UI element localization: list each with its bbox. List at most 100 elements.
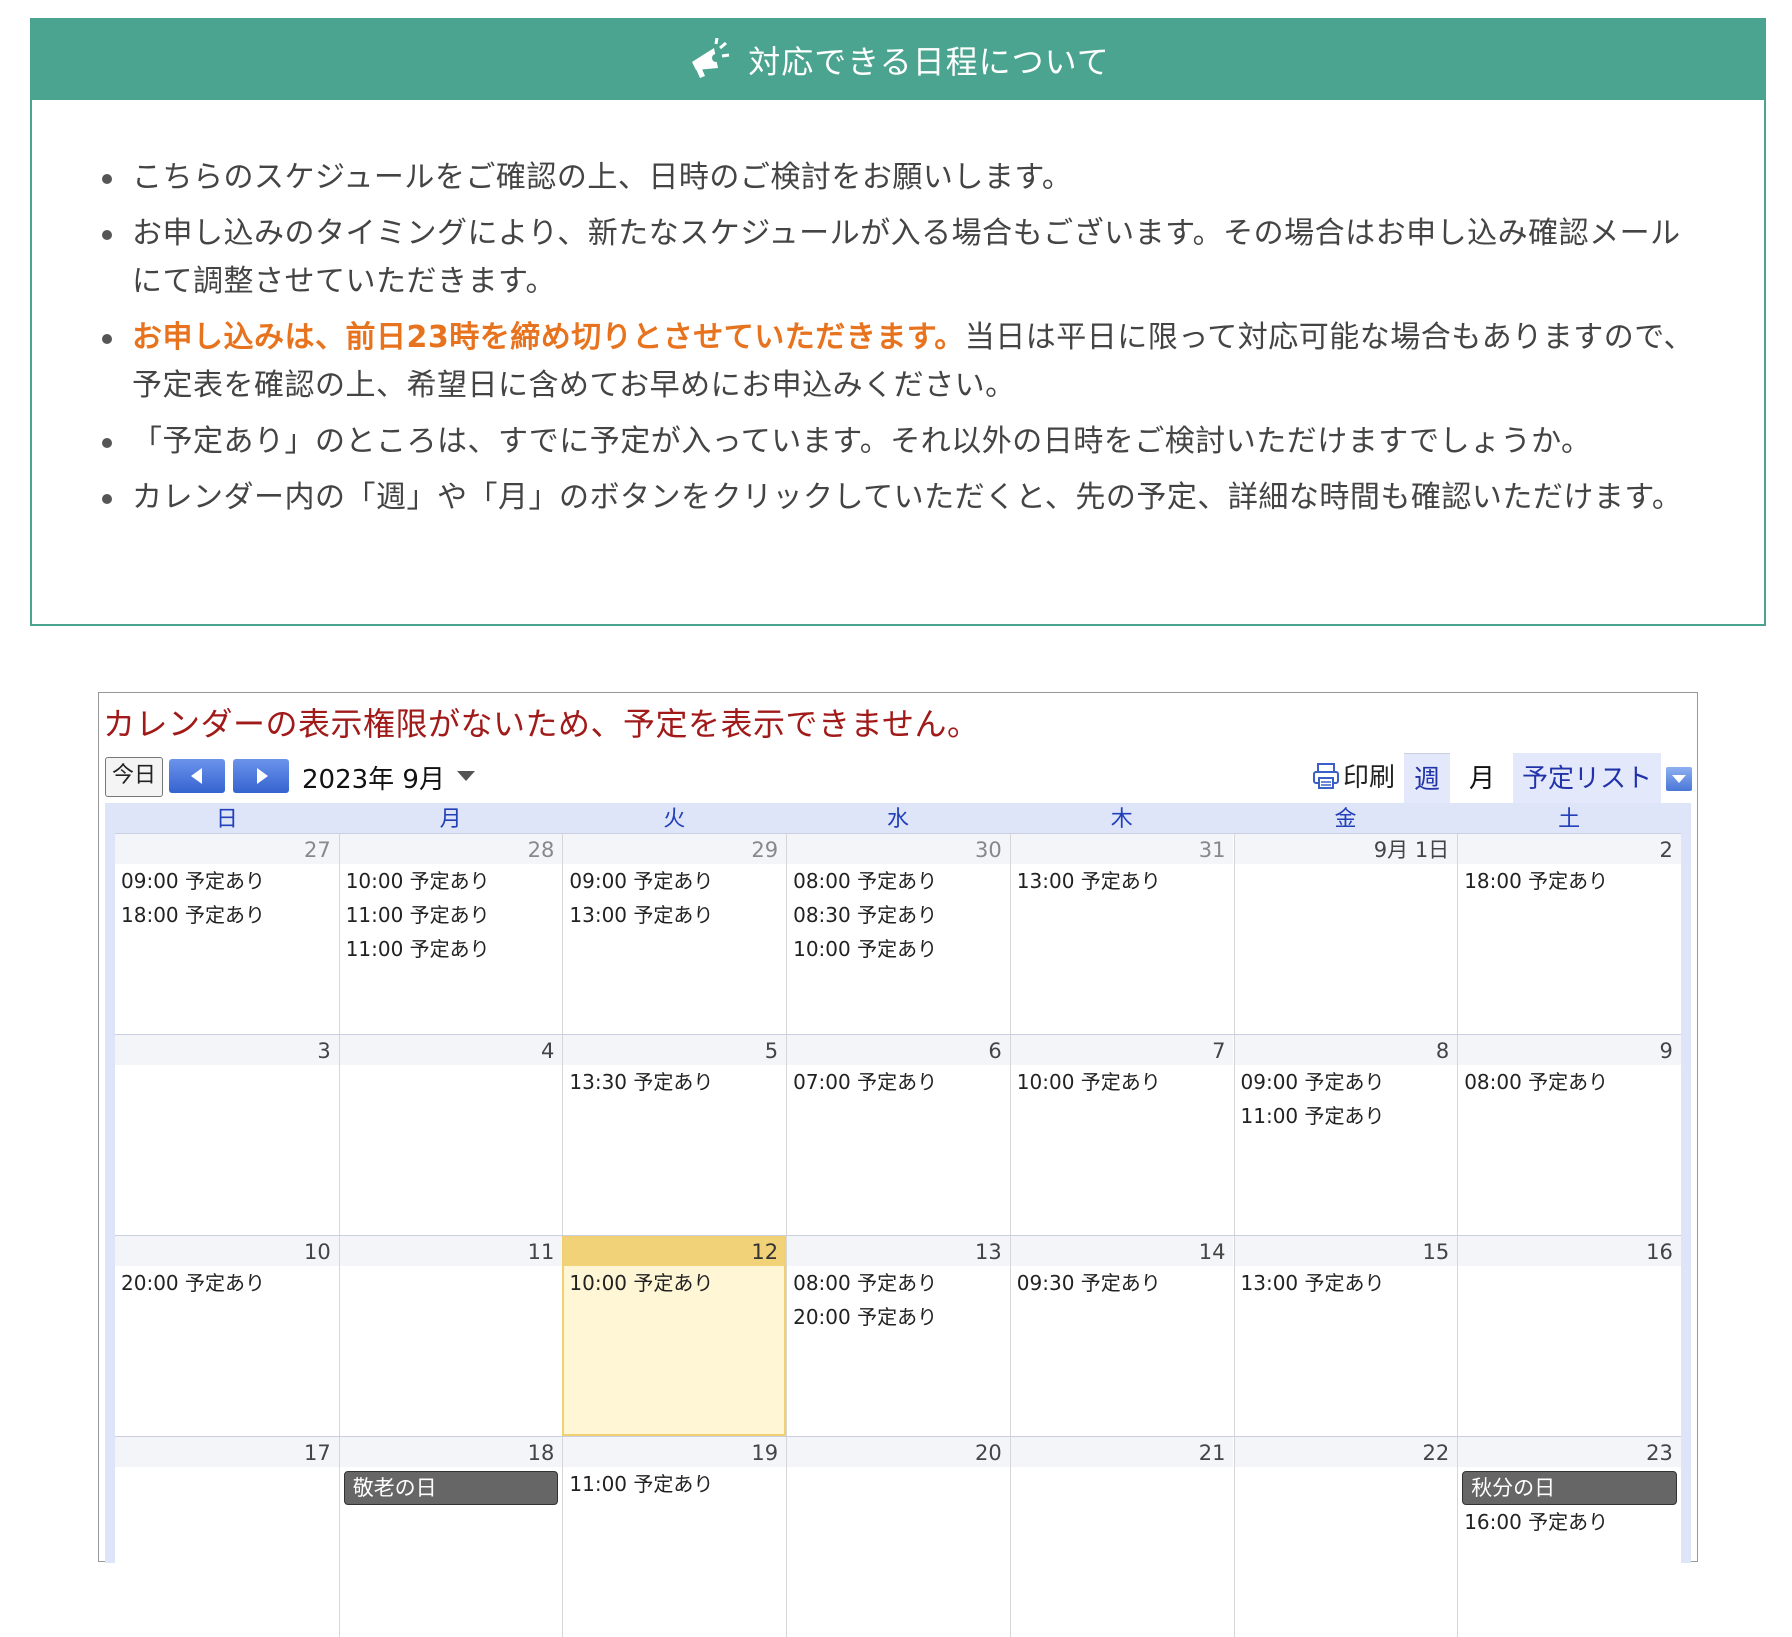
- day-number[interactable]: 27: [115, 834, 339, 864]
- day-number[interactable]: 15: [1234, 1236, 1458, 1266]
- day-number[interactable]: 28: [339, 834, 563, 864]
- busy-event[interactable]: 09:00 予定あり: [563, 864, 786, 898]
- busy-event[interactable]: 08:30 予定あり: [787, 898, 1010, 932]
- day-number[interactable]: 29: [563, 834, 787, 864]
- day-cell[interactable]: 6 07:00 予定あり: [786, 1035, 1010, 1235]
- busy-event[interactable]: 09:00 予定あり: [115, 864, 339, 898]
- day-number[interactable]: 30: [787, 834, 1010, 864]
- busy-event[interactable]: 09:30 予定あり: [1011, 1266, 1234, 1300]
- day-number[interactable]: 9月 1日: [1234, 834, 1458, 864]
- busy-event[interactable]: 13:00 予定あり: [1235, 1266, 1458, 1300]
- busy-event[interactable]: 08:00 予定あり: [787, 864, 1010, 898]
- day-cell[interactable]: 17: [115, 1437, 339, 1637]
- weekday-label: 日: [215, 807, 238, 832]
- day-cell[interactable]: 31 13:00 予定あり: [1009, 834, 1234, 1034]
- next-month-button[interactable]: [233, 759, 289, 793]
- day-number[interactable]: 17: [115, 1437, 339, 1467]
- day-cell[interactable]: 16: [1457, 1236, 1681, 1436]
- day-cell[interactable]: 3: [115, 1035, 339, 1235]
- day-number[interactable]: 6: [787, 1035, 1010, 1065]
- busy-event[interactable]: 10:00 予定あり: [787, 932, 1010, 966]
- day-number[interactable]: 19: [563, 1437, 787, 1467]
- busy-event[interactable]: 10:00 予定あり: [563, 1266, 786, 1300]
- day-number[interactable]: 4: [339, 1035, 563, 1065]
- day-cell[interactable]: 15 13:00 予定あり: [1233, 1236, 1458, 1436]
- day-number[interactable]: 16: [1458, 1236, 1681, 1266]
- weekday-header: 日 月 火 水 木 金 土: [115, 803, 1681, 833]
- notice-header: 対応できる日程について: [32, 20, 1764, 100]
- day-number[interactable]: 3: [115, 1035, 339, 1065]
- day-cell[interactable]: 11: [338, 1236, 563, 1436]
- busy-event[interactable]: 11:00 予定あり: [1235, 1099, 1458, 1133]
- day-number[interactable]: 21: [1010, 1437, 1234, 1467]
- day-cell[interactable]: 19 11:00 予定あり: [562, 1437, 787, 1637]
- busy-event[interactable]: 08:00 予定あり: [1458, 1065, 1681, 1099]
- holiday-event[interactable]: 秋分の日: [1462, 1471, 1677, 1505]
- day-cell[interactable]: 30 08:00 予定あり 08:30 予定あり 10:00 予定あり: [786, 834, 1010, 1034]
- busy-event[interactable]: 18:00 予定あり: [1458, 864, 1681, 898]
- day-cell[interactable]: 14 09:30 予定あり: [1009, 1236, 1234, 1436]
- day-number[interactable]: 13: [787, 1236, 1010, 1266]
- busy-event[interactable]: 07:00 予定あり: [787, 1065, 1010, 1099]
- day-cell[interactable]: 9 08:00 予定あり: [1457, 1035, 1681, 1235]
- day-cell[interactable]: 29 09:00 予定あり 13:00 予定あり: [562, 834, 787, 1034]
- day-number[interactable]: 5: [563, 1035, 787, 1065]
- day-number[interactable]: 11: [339, 1236, 563, 1266]
- day-cell[interactable]: 13 08:00 予定あり 20:00 予定あり: [786, 1236, 1010, 1436]
- day-number[interactable]: 20: [787, 1437, 1010, 1467]
- busy-event[interactable]: 11:00 予定あり: [340, 932, 563, 966]
- busy-event[interactable]: 16:00 予定あり: [1458, 1505, 1681, 1539]
- day-cell[interactable]: 2 18:00 予定あり: [1457, 834, 1681, 1034]
- busy-event[interactable]: 13:00 予定あり: [563, 898, 786, 932]
- busy-event[interactable]: 13:30 予定あり: [563, 1065, 786, 1099]
- busy-event[interactable]: 10:00 予定あり: [340, 864, 563, 898]
- day-number[interactable]: 10: [115, 1236, 339, 1266]
- day-cell[interactable]: 20: [786, 1437, 1010, 1637]
- busy-event[interactable]: 11:00 予定あり: [340, 898, 563, 932]
- busy-event[interactable]: 11:00 予定あり: [563, 1467, 786, 1501]
- today-button[interactable]: 今日: [105, 757, 163, 797]
- day-cell[interactable]: 18 敬老の日: [338, 1437, 563, 1637]
- holiday-event[interactable]: 敬老の日: [343, 1471, 559, 1505]
- day-number[interactable]: 23: [1458, 1437, 1681, 1467]
- day-cell[interactable]: 21: [1009, 1437, 1234, 1637]
- print-button[interactable]: 印刷: [1311, 757, 1395, 794]
- day-number[interactable]: 18: [339, 1437, 563, 1467]
- day-number[interactable]: 7: [1010, 1035, 1234, 1065]
- day-number[interactable]: 14: [1010, 1236, 1234, 1266]
- day-cell[interactable]: 27 09:00 予定あり 18:00 予定あり: [115, 834, 339, 1034]
- tab-agenda[interactable]: 予定リスト: [1513, 753, 1661, 805]
- notice-item-deadline: お申し込みは、前日23時を締め切りとさせていただきます。当日は平日に限って対応可…: [102, 314, 1704, 410]
- tab-month[interactable]: 月: [1457, 753, 1507, 805]
- busy-event[interactable]: 09:00 予定あり: [1235, 1065, 1458, 1099]
- day-number[interactable]: 31: [1010, 834, 1234, 864]
- day-cell[interactable]: 5 13:30 予定あり: [562, 1035, 787, 1235]
- notice-item: こちらのスケジュールをご確認の上、日時のご検討をお願いします。: [102, 154, 1704, 202]
- busy-event[interactable]: 20:00 予定あり: [115, 1266, 339, 1300]
- day-cell[interactable]: 10 20:00 予定あり: [115, 1236, 339, 1436]
- day-number[interactable]: 9: [1458, 1035, 1681, 1065]
- busy-event[interactable]: 10:00 予定あり: [1011, 1065, 1234, 1099]
- day-cell[interactable]: 22: [1233, 1437, 1458, 1637]
- embedded-calendar: カレンダーの表示権限がないため、予定を表示できません。 今日 2023年 9月 …: [98, 692, 1698, 1637]
- busy-event[interactable]: 13:00 予定あり: [1011, 864, 1234, 898]
- day-cell[interactable]: 4: [338, 1035, 563, 1235]
- busy-event[interactable]: 18:00 予定あり: [115, 898, 339, 932]
- day-cell[interactable]: 9月 1日: [1233, 834, 1458, 1034]
- day-number[interactable]: 2: [1458, 834, 1681, 864]
- prev-month-button[interactable]: [169, 759, 225, 793]
- day-cell[interactable]: 8 09:00 予定あり 11:00 予定あり: [1233, 1035, 1458, 1235]
- busy-event[interactable]: 20:00 予定あり: [787, 1300, 1010, 1334]
- day-number[interactable]: 8: [1234, 1035, 1458, 1065]
- day-number[interactable]: 22: [1234, 1437, 1458, 1467]
- busy-event[interactable]: 08:00 予定あり: [787, 1266, 1010, 1300]
- day-cell[interactable]: 28 10:00 予定あり 11:00 予定あり 11:00 予定あり: [338, 834, 563, 1034]
- day-cell[interactable]: 7 10:00 予定あり: [1009, 1035, 1234, 1235]
- day-cell-today[interactable]: 12 10:00 予定あり: [562, 1236, 787, 1436]
- calendar-week-row: 3 4 5 13:30 予定あり 6 07:00 予定あり 7 10:00 予定あり 8 09:0…: [115, 1034, 1681, 1235]
- megaphone-icon: [686, 37, 730, 82]
- calendar-options-dropdown[interactable]: [1666, 767, 1692, 791]
- day-cell[interactable]: 23 秋分の日 16:00 予定あり: [1457, 1437, 1681, 1637]
- month-picker-dropdown-icon[interactable]: [457, 771, 475, 781]
- day-number[interactable]: 12: [563, 1236, 787, 1266]
